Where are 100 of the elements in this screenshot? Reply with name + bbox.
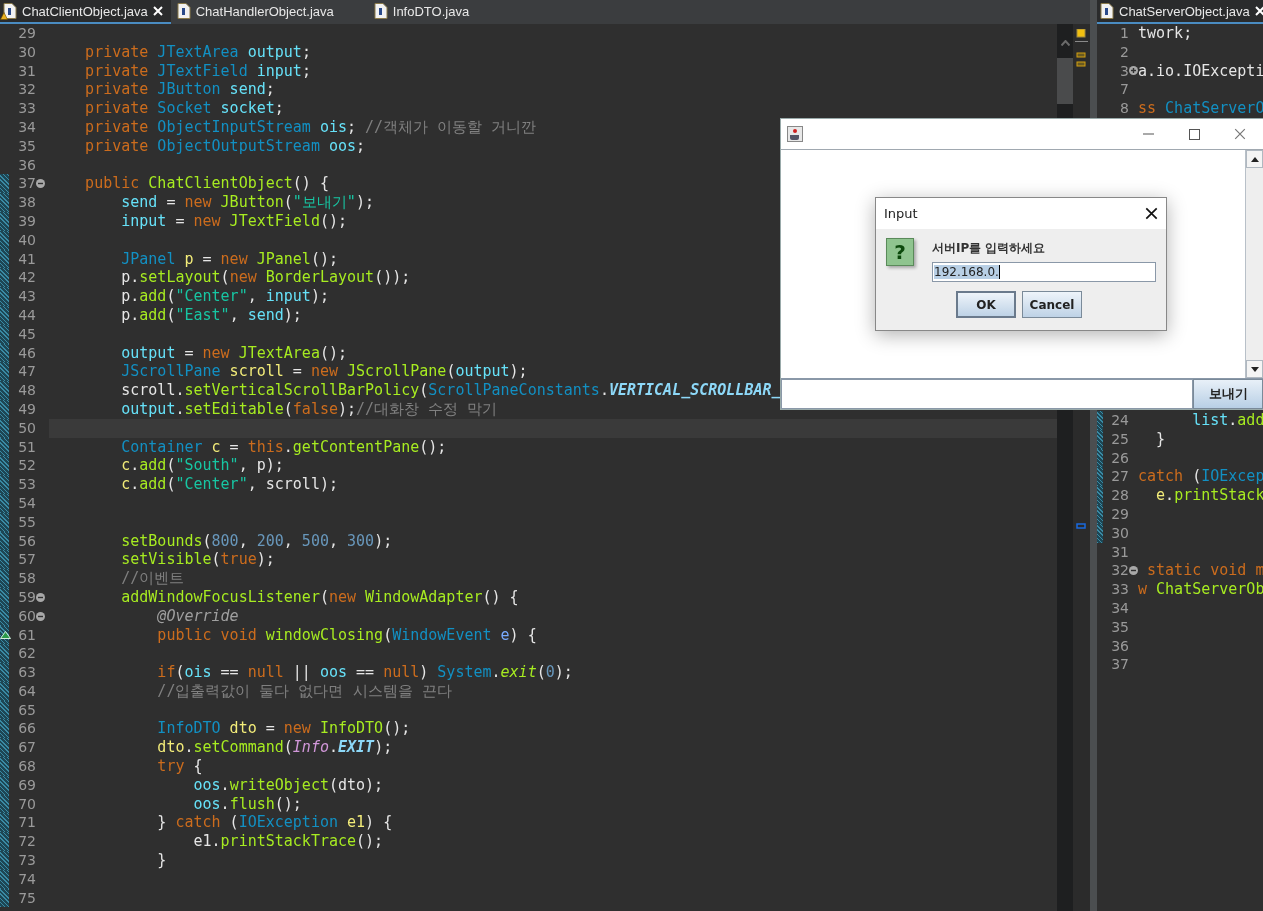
send-button[interactable]: 보내기 <box>1193 379 1263 409</box>
expand-icon[interactable] <box>1129 66 1138 76</box>
line-number: 56 <box>17 531 36 551</box>
up-arrow-icon <box>1250 156 1259 162</box>
code-line: a.io.IOExcepti <box>1138 61 1263 81</box>
code-line: output.setEditable(false);//대화창 수정 막기 <box>120 399 498 419</box>
line-number: 40 <box>17 230 36 250</box>
prompt-label: 서버IP를 입력하세요 <box>932 240 1047 257</box>
code-line: } catch (IOException e1) { <box>156 813 393 833</box>
code-line: w ChatServerOb <box>1138 580 1263 599</box>
line-number: 66 <box>17 719 36 739</box>
line-number: 30 <box>1110 523 1129 543</box>
maximize-icon <box>1188 128 1200 140</box>
line-number: 41 <box>17 249 36 269</box>
line-number: 36 <box>17 155 36 175</box>
line-number: 75 <box>17 888 36 908</box>
line-number: 7 <box>1119 80 1129 100</box>
line-number: 3 <box>1119 61 1129 81</box>
line-number: 43 <box>17 287 36 306</box>
editor-tab[interactable]: ChatClientObject.java <box>0 0 171 24</box>
code-line: twork; <box>1138 24 1193 43</box>
code-line: static void m <box>1146 561 1263 581</box>
code-line: private JTextField input; <box>84 61 311 81</box>
line-number: 58 <box>17 569 36 588</box>
code-line: setVisible(true); <box>120 550 275 570</box>
line-number: 52 <box>17 456 36 476</box>
code-line: if(ois == null || oos == null) System.exit(0); <box>156 663 573 682</box>
close-icon[interactable] <box>1145 207 1158 220</box>
code-line: private Socket socket; <box>84 99 284 118</box>
editor-tab[interactable]: ChatHandlerObject.java <box>173 0 368 24</box>
line-number: 42 <box>17 268 36 288</box>
warning-icon <box>0 12 8 20</box>
collapse-icon[interactable] <box>36 611 45 621</box>
code-line: JPanel p = new JPanel(); <box>120 249 338 269</box>
line-number: 34 <box>1110 598 1129 618</box>
line-number: 53 <box>17 475 36 494</box>
line-number: 26 <box>1110 448 1129 468</box>
line-number: 48 <box>17 381 36 400</box>
line-number: 39 <box>17 211 36 231</box>
file-icon <box>1100 3 1114 19</box>
dialog-button[interactable]: OK <box>956 291 1016 318</box>
line-number: 63 <box>17 663 36 682</box>
code-line: addWindowFocusListener(new WindowAdapter() { <box>120 587 519 607</box>
line-number: 30 <box>17 42 36 62</box>
code-line: setBounds(800, 200, 500, 300); <box>120 531 393 551</box>
code-line: public void windowClosing(WindowEvent e) { <box>156 625 537 645</box>
minimize-icon <box>1142 133 1154 135</box>
scroll-up-button[interactable] <box>1246 150 1263 168</box>
code-line: list.add <box>1191 411 1263 430</box>
line-number: 49 <box>17 399 36 419</box>
line-number: 69 <box>17 775 36 795</box>
input-field[interactable]: 192.168.0. <box>932 262 1156 282</box>
line-number: 57 <box>17 550 36 570</box>
collapse-icon[interactable] <box>1129 566 1138 576</box>
line-number: 68 <box>17 757 36 776</box>
code-line: } <box>156 851 167 870</box>
line-number: 33 <box>1110 580 1129 599</box>
code-line: e1.printStackTrace(); <box>192 832 384 852</box>
code-line: p.add("Center", input); <box>120 287 329 306</box>
down-arrow-icon <box>1250 366 1259 372</box>
line-number: 38 <box>17 193 36 212</box>
code-line: try { <box>156 757 203 776</box>
coffee-cup-icon <box>787 126 803 142</box>
line-number: 29 <box>17 24 36 43</box>
line-number: 27 <box>1110 467 1129 487</box>
scrollbar-thumb[interactable] <box>1057 58 1073 104</box>
code-line: c.add("Center", scroll); <box>120 475 338 494</box>
collapse-icon[interactable] <box>36 592 45 602</box>
line-number: 64 <box>17 681 36 701</box>
line-number: 35 <box>17 136 36 156</box>
code-line: catch (IOExcep <box>1138 467 1263 487</box>
editor-tab[interactable]: ChatServerObject.java <box>1097 0 1263 24</box>
line-number: 55 <box>17 512 36 532</box>
code-line: oos.writeObject(dto); <box>192 775 384 795</box>
scroll-down-button[interactable] <box>1246 360 1263 378</box>
line-number: 45 <box>17 324 36 344</box>
dialog-button[interactable]: Cancel <box>1022 291 1082 318</box>
scrollbar[interactable] <box>1245 150 1263 378</box>
line-number: 36 <box>1110 636 1129 656</box>
collapse-icon[interactable] <box>36 179 45 189</box>
code-line: send = new JButton("보내기"); <box>120 193 374 212</box>
line-number: 54 <box>17 493 36 513</box>
line-number: 24 <box>1110 411 1129 430</box>
line-number: 25 <box>1110 429 1129 449</box>
editor-tab[interactable]: InfoDTO.java <box>370 0 504 24</box>
code-line: //이벤트 <box>120 569 185 588</box>
message-field[interactable] <box>781 379 1193 409</box>
line-number: 62 <box>17 644 36 664</box>
file-icon <box>176 3 191 19</box>
line-number: 51 <box>17 437 36 457</box>
line-number: 1 <box>1119 24 1129 43</box>
code-line: private ObjectOutputStream oos; <box>84 136 366 156</box>
line-number: 47 <box>17 362 36 382</box>
code-line: InfoDTO dto = new InfoDTO(); <box>156 719 411 739</box>
line-number: 28 <box>1110 486 1129 505</box>
line-number: 70 <box>17 794 36 814</box>
line-number: 33 <box>17 99 36 118</box>
code-line: oos.flush(); <box>192 794 302 814</box>
code-line: input = new JTextField(); <box>120 211 348 231</box>
code-line: //입출력값이 둘다 없다면 시스템을 끈다 <box>156 681 452 701</box>
